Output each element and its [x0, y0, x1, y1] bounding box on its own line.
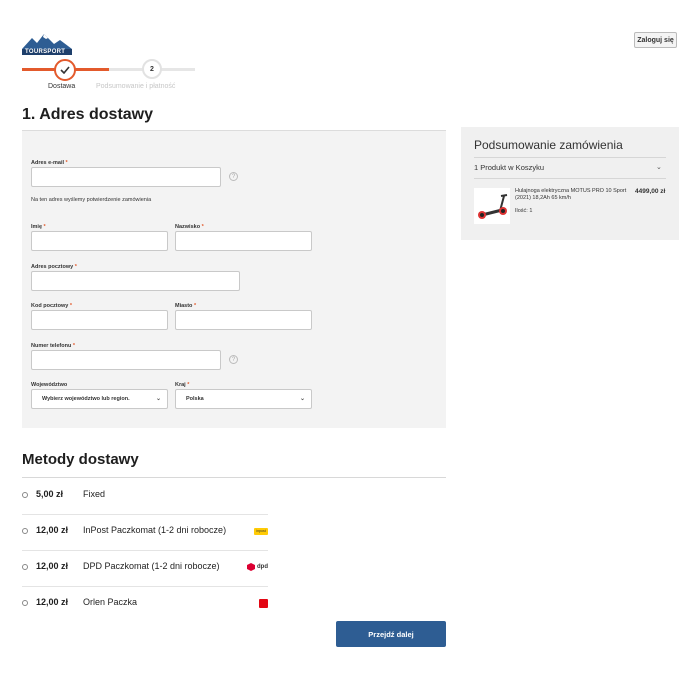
chevron-down-icon: ⌄	[155, 396, 161, 402]
country-select[interactable]: Polska ⌄	[175, 389, 312, 409]
city-field[interactable]	[175, 310, 312, 330]
last-name-label: Nazwisko *	[175, 224, 204, 230]
product-quantity: Ilość: 1	[515, 208, 533, 214]
radio-button[interactable]	[22, 564, 28, 570]
country-label: Kraj *	[175, 382, 190, 388]
shipping-name: Fixed	[83, 489, 106, 499]
email-hint: Na ten adres wyślemy potwierdzenie zamów…	[31, 197, 152, 203]
shipping-name: Orlen Paczka	[83, 597, 138, 607]
last-name-field[interactable]	[175, 231, 312, 251]
radio-button[interactable]	[22, 600, 28, 606]
page-title: 1. Adres dostawy	[22, 106, 154, 123]
check-icon	[60, 66, 70, 74]
radio-button[interactable]	[22, 492, 28, 498]
first-name-label: Imię *	[31, 224, 46, 230]
shipping-address-form: Adres e-mail * ? Na ten adres wyślemy po…	[22, 130, 446, 428]
product-thumbnail[interactable]	[474, 188, 510, 224]
postcode-label: Kod pocztowy *	[31, 303, 72, 309]
shipping-name: DPD Paczkomat (1-2 dni robocze)	[83, 561, 220, 571]
divider	[474, 178, 666, 179]
login-button[interactable]: Zaloguj się	[634, 32, 677, 48]
shipping-name: InPost Paczkomat (1-2 dni robocze)	[83, 525, 227, 535]
shipping-price: 12,00 zł	[36, 525, 69, 535]
street-label: Adres pocztowy *	[31, 264, 77, 270]
phone-field[interactable]	[31, 350, 221, 370]
postcode-field[interactable]	[31, 310, 168, 330]
cart-count-toggle[interactable]: 1 Produkt w Koszyku	[474, 163, 544, 172]
shipping-price: 12,00 zł	[36, 597, 69, 607]
store-logo[interactable]: TOURSPORT	[22, 33, 72, 57]
logo-text: TOURSPORT	[25, 49, 66, 55]
region-label: Województwo	[31, 382, 68, 388]
step-1-indicator	[54, 59, 76, 81]
next-step-button[interactable]: Przejdź dalej	[336, 621, 446, 647]
street-field[interactable]	[31, 271, 240, 291]
shipping-methods-title: Metody dostawy	[22, 451, 139, 468]
radio-button[interactable]	[22, 528, 28, 534]
shipping-price: 5,00 zł	[36, 489, 64, 499]
shipping-option[interactable]: 12,00 zł InPost Paczkomat (1-2 dni roboc…	[22, 514, 268, 550]
summary-title: Podsumowanie zamówienia	[474, 138, 623, 152]
help-icon[interactable]: ?	[229, 172, 238, 181]
orlen-logo-icon	[259, 597, 268, 609]
order-summary: Podsumowanie zamówienia 1 Produkt w Kosz…	[461, 127, 679, 240]
region-select[interactable]: Wybierz województwo lub region. ⌄	[31, 389, 168, 409]
step-2-label: Podsumowanie i płatność	[96, 83, 176, 90]
step-2-indicator: 2	[142, 59, 162, 79]
shipping-option[interactable]: 5,00 zł Fixed	[22, 478, 268, 514]
email-label: Adres e-mail *	[31, 160, 68, 166]
chevron-down-icon: ⌄	[299, 396, 305, 402]
chevron-down-icon[interactable]: ⌄	[656, 163, 662, 171]
inpost-logo-icon: inpost	[254, 525, 268, 537]
product-name[interactable]: Hulajnoga elektryczna MOTUS PRO 10 Sport…	[515, 188, 633, 202]
first-name-field[interactable]	[31, 231, 168, 251]
product-price: 4499,00 zł	[635, 188, 666, 195]
city-label: Miasto *	[175, 303, 197, 309]
shipping-price: 12,00 zł	[36, 561, 69, 571]
divider	[474, 157, 666, 158]
phone-label: Numer telefonu *	[31, 343, 76, 349]
dpd-logo-icon: dpd	[247, 561, 268, 573]
shipping-option[interactable]: 12,00 zł DPD Paczkomat (1-2 dni robocze)…	[22, 550, 268, 586]
email-field[interactable]	[31, 167, 221, 187]
shipping-option[interactable]: 12,00 zł Orlen Paczka	[22, 586, 268, 622]
step-1-label: Dostawa	[48, 83, 76, 90]
help-icon[interactable]: ?	[229, 355, 238, 364]
